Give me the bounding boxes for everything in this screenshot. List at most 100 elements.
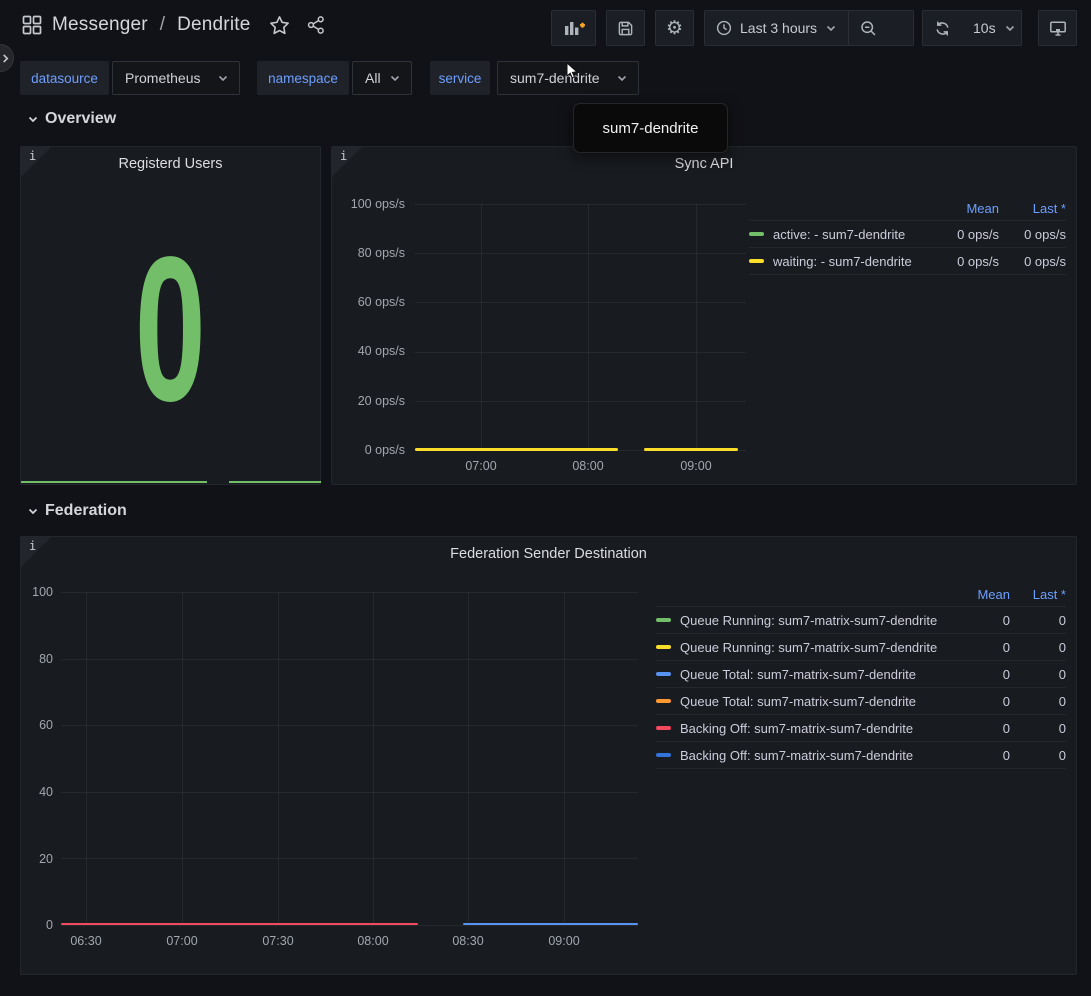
- legend-col-last[interactable]: Last *: [1010, 587, 1066, 602]
- add-panel-button[interactable]: [551, 10, 596, 46]
- chevron-down-icon: [389, 72, 401, 84]
- legend-last-value: 0: [1010, 748, 1066, 763]
- stat-value: 0: [21, 239, 320, 419]
- legend-row[interactable]: Queue Total: sum7-matrix-sum7-dendrite 0…: [656, 661, 1066, 688]
- grafana-dashboard: Messenger / Dendrite: [0, 0, 1091, 996]
- legend-mean-value: 0: [950, 694, 1010, 709]
- legend-last-value: 0 ops/s: [999, 254, 1066, 269]
- legend-mean-value: 0 ops/s: [927, 227, 999, 242]
- kiosk-mode-button[interactable]: [1038, 10, 1077, 46]
- legend-series-label[interactable]: Queue Running: sum7-matrix-sum7-dendrite: [680, 640, 950, 655]
- variable-label-datasource: datasource: [20, 61, 109, 95]
- y-tick: 60: [21, 717, 53, 733]
- legend-series-label[interactable]: Backing Off: sum7-matrix-sum7-dendrite: [680, 748, 950, 763]
- x-tick: 08:00: [563, 458, 613, 474]
- x-tick: 06:30: [61, 933, 111, 949]
- chevron-right-icon: [1, 54, 10, 63]
- legend-mean-value: 0 ops/s: [927, 254, 999, 269]
- legend-row[interactable]: active: - sum7-dendrite 0 ops/s 0 ops/s: [749, 221, 1066, 248]
- legend-mean-value: 0: [950, 721, 1010, 736]
- zoom-out-button[interactable]: [849, 11, 888, 45]
- federation-legend: Mean Last * Queue Running: sum7-matrix-s…: [656, 583, 1066, 769]
- section-federation-title: Federation: [45, 502, 127, 520]
- star-icon[interactable]: [269, 15, 290, 36]
- add-panel-icon: [563, 19, 585, 37]
- legend-series-label[interactable]: Queue Total: sum7-matrix-sum7-dendrite: [680, 667, 950, 682]
- series-line-backing-off: [61, 923, 418, 925]
- panel-title[interactable]: Registerd Users: [21, 156, 320, 172]
- section-federation[interactable]: Federation: [27, 502, 127, 520]
- series-line-waiting: [415, 448, 618, 451]
- refresh-group: 10s: [922, 10, 1022, 46]
- sync-api-legend: Mean Last * active: - sum7-dendrite 0 op…: [749, 197, 1066, 275]
- panel-title[interactable]: Federation Sender Destination: [21, 546, 1076, 562]
- legend-row[interactable]: waiting: - sum7-dendrite 0 ops/s 0 ops/s: [749, 248, 1066, 275]
- breadcrumb-dashboard-name[interactable]: Dendrite: [177, 14, 250, 36]
- legend-series-label[interactable]: waiting: - sum7-dendrite: [773, 254, 927, 269]
- legend-mean-value: 0: [950, 640, 1010, 655]
- series-color-dash: [749, 232, 764, 236]
- apps-grid-icon[interactable]: [22, 15, 42, 35]
- refresh-interval-label: 10s: [973, 20, 996, 36]
- series-color-dash: [749, 259, 764, 263]
- refresh-icon: [934, 20, 951, 37]
- y-tick: 40: [21, 784, 53, 800]
- gear-icon: ⚙: [666, 19, 683, 38]
- y-tick: 60 ops/s: [332, 294, 405, 310]
- y-tick: 20 ops/s: [332, 393, 405, 409]
- sync-api-plot-area[interactable]: 07:00 08:00 09:00: [415, 204, 746, 450]
- legend-row[interactable]: Backing Off: sum7-matrix-sum7-dendrite 0…: [656, 742, 1066, 769]
- y-tick: 0: [21, 917, 53, 933]
- variable-value-datasource[interactable]: Prometheus: [112, 61, 240, 95]
- monitor-icon: [1049, 20, 1067, 37]
- y-tick: 0 ops/s: [332, 442, 405, 458]
- legend-header: Mean Last *: [656, 583, 1066, 607]
- chevron-down-icon: [27, 505, 39, 517]
- federation-plot-area[interactable]: 06:30 07:00 07:30 08:00 08:30 09:00: [61, 592, 638, 925]
- chevron-down-icon: [217, 72, 229, 84]
- series-color-dash: [656, 699, 671, 703]
- legend-series-label[interactable]: Queue Total: sum7-matrix-sum7-dendrite: [680, 694, 950, 709]
- share-icon[interactable]: [306, 15, 326, 35]
- breadcrumb-dashboard-folder[interactable]: Messenger: [52, 14, 148, 36]
- refresh-interval-picker[interactable]: 10s: [962, 11, 1027, 45]
- panel-title[interactable]: Sync API: [332, 156, 1076, 172]
- legend-col-mean[interactable]: Mean: [927, 201, 999, 216]
- x-tick: 08:00: [348, 933, 398, 949]
- variable-label-service: service: [430, 61, 490, 95]
- breadcrumb-separator: /: [158, 14, 167, 36]
- legend-series-label[interactable]: Queue Running: sum7-matrix-sum7-dendrite: [680, 613, 950, 628]
- time-range-label: Last 3 hours: [740, 20, 817, 36]
- time-range-picker[interactable]: Last 3 hours: [705, 11, 848, 45]
- service-value-text: sum7-dendrite: [510, 70, 600, 86]
- y-tick: 20: [21, 851, 53, 867]
- panel-registered-users: i Registerd Users 0: [20, 146, 321, 485]
- legend-series-label[interactable]: Backing Off: sum7-matrix-sum7-dendrite: [680, 721, 950, 736]
- chevron-down-icon: [1004, 22, 1016, 34]
- variable-value-namespace[interactable]: All: [352, 61, 412, 95]
- legend-col-last[interactable]: Last *: [999, 201, 1066, 216]
- x-tick: 07:00: [456, 458, 506, 474]
- clock-icon: [716, 20, 732, 36]
- legend-row[interactable]: Queue Running: sum7-matrix-sum7-dendrite…: [656, 607, 1066, 634]
- save-dashboard-button[interactable]: [606, 10, 645, 46]
- x-tick: 07:00: [157, 933, 207, 949]
- breadcrumb: Messenger / Dendrite: [22, 14, 326, 36]
- zoom-out-icon: [860, 20, 877, 37]
- x-tick: 07:30: [253, 933, 303, 949]
- dashboard-settings-button[interactable]: ⚙: [655, 10, 694, 46]
- legend-last-value: 0: [1010, 694, 1066, 709]
- legend-row[interactable]: Queue Total: sum7-matrix-sum7-dendrite 0…: [656, 688, 1066, 715]
- x-tick: 09:00: [671, 458, 721, 474]
- panel-sync-api: i Sync API 100 ops/s 80 ops/s 60 ops/s 4…: [331, 146, 1077, 485]
- section-overview[interactable]: Overview: [27, 110, 116, 128]
- legend-series-label[interactable]: active: - sum7-dendrite: [773, 227, 927, 242]
- legend-last-value: 0 ops/s: [999, 227, 1066, 242]
- series-color-dash: [656, 645, 671, 649]
- refresh-button[interactable]: [923, 11, 962, 45]
- legend-row[interactable]: Backing Off: sum7-matrix-sum7-dendrite 0…: [656, 715, 1066, 742]
- top-navbar: Messenger / Dendrite: [0, 0, 1091, 56]
- legend-row[interactable]: Queue Running: sum7-matrix-sum7-dendrite…: [656, 634, 1066, 661]
- stat-sparkline-segment: [229, 481, 321, 483]
- legend-col-mean[interactable]: Mean: [950, 587, 1010, 602]
